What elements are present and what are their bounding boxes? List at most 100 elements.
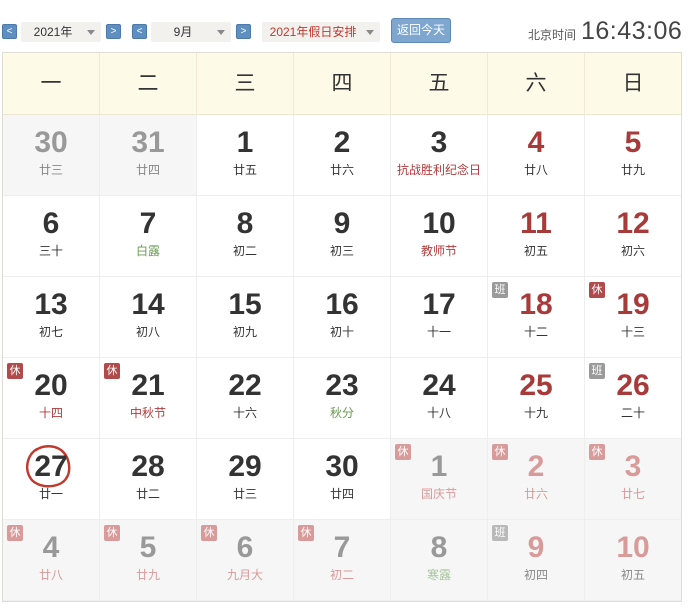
day-cell[interactable]: 25 十九 <box>488 358 585 439</box>
day-cell[interactable]: 5 廿九 <box>585 115 681 196</box>
weekday-sat: 六 <box>488 53 585 114</box>
lunar-date-label: 廿六 <box>329 163 354 177</box>
day-number: 6 <box>236 531 254 564</box>
day-cell[interactable]: 1 廿五 <box>197 115 294 196</box>
lunar-date-label: 初二 <box>232 244 257 258</box>
day-cell[interactable]: 8 初二 <box>197 196 294 277</box>
weekday-sun: 日 <box>622 72 644 95</box>
day-number: 20 <box>34 369 68 402</box>
day-cell[interactable]: 3 抗战胜利纪念日 <box>391 115 488 196</box>
lunar-date-label: 廿九 <box>620 163 645 177</box>
weekday-tue: 二 <box>100 53 197 114</box>
lunar-date-label: 廿三 <box>38 163 63 177</box>
day-cell[interactable]: 休 21 中秋节 <box>100 358 197 439</box>
day-cell[interactable]: 30 廿四 <box>294 439 391 520</box>
day-cell[interactable]: 休 20 十四 <box>3 358 100 439</box>
day-number: 2 <box>527 450 545 483</box>
day-cell[interactable]: 4 廿八 <box>488 115 585 196</box>
day-number: 16 <box>325 288 359 321</box>
prev-year-button[interactable]: < <box>2 24 17 39</box>
beijing-time-clock: 16:43:06 <box>581 17 683 45</box>
lunar-date-label: 廿二 <box>135 487 160 501</box>
day-number: 3 <box>430 126 448 159</box>
weekday-header: 一 二 三 四 五 六 日 <box>3 53 681 115</box>
day-cell[interactable]: 31 廿四 <box>100 115 197 196</box>
lunar-date-label: 廿五 <box>232 163 257 177</box>
lunar-date-label: 廿八 <box>38 568 63 582</box>
day-cell[interactable]: 24 十八 <box>391 358 488 439</box>
year-select-value: 2021年 <box>33 25 73 39</box>
day-number: 13 <box>34 288 68 321</box>
day-cell[interactable]: 2 廿六 <box>294 115 391 196</box>
day-cell[interactable]: 8 寒露 <box>391 520 488 601</box>
lunar-date-label: 中秋节 <box>129 406 166 420</box>
day-cell[interactable]: 休 1 国庆节 <box>391 439 488 520</box>
lunar-date-label: 廿四 <box>135 163 160 177</box>
day-cell-today[interactable]: 27 廿一 <box>3 439 100 520</box>
weekday-wed: 三 <box>197 53 294 114</box>
day-cell[interactable]: 15 初九 <box>197 277 294 358</box>
lunar-date-label: 十八 <box>426 406 451 420</box>
day-cell[interactable]: 29 廿三 <box>197 439 294 520</box>
day-cell[interactable]: 10 初五 <box>585 520 681 601</box>
next-month-button[interactable]: > <box>236 24 251 39</box>
day-cell[interactable]: 22 十六 <box>197 358 294 439</box>
day-number: 23 <box>325 369 359 402</box>
day-number: 29 <box>228 450 262 483</box>
calendar-toolbar: < 2021年 > < 9月 > 2021年假日安排 返回今天 北京时间 16:… <box>0 0 691 52</box>
day-cell[interactable]: 14 初八 <box>100 277 197 358</box>
day-cell[interactable]: 休 7 初二 <box>294 520 391 601</box>
day-cell[interactable]: 休 6 九月大 <box>197 520 294 601</box>
day-cell[interactable]: 6 三十 <box>3 196 100 277</box>
day-cell[interactable]: 班 26 二十 <box>585 358 681 439</box>
day-number: 18 <box>519 288 553 321</box>
lunar-date-label: 寒露 <box>426 568 451 582</box>
lunar-date-label: 白露 <box>135 244 160 258</box>
day-cell[interactable]: 7 白露 <box>100 196 197 277</box>
day-cell[interactable]: 休 3 廿七 <box>585 439 681 520</box>
day-cell[interactable]: 休 19 十三 <box>585 277 681 358</box>
lunar-date-label: 十二 <box>523 325 548 339</box>
lunar-date-label: 廿八 <box>523 163 548 177</box>
day-cell[interactable]: 11 初五 <box>488 196 585 277</box>
day-number: 21 <box>131 369 165 402</box>
lunar-date-label: 初四 <box>523 568 548 582</box>
day-cell[interactable]: 10 教师节 <box>391 196 488 277</box>
day-number: 27 <box>34 450 68 483</box>
day-number: 9 <box>527 531 545 564</box>
day-cell[interactable]: 30 廿三 <box>3 115 100 196</box>
chevron-down-icon <box>87 30 95 35</box>
day-cell[interactable]: 休 5 廿九 <box>100 520 197 601</box>
prev-month-button[interactable]: < <box>132 24 147 39</box>
day-cell[interactable]: 班 18 十二 <box>488 277 585 358</box>
lunar-date-label: 国庆节 <box>420 487 457 501</box>
day-grid: 30 廿三 31 廿四 1 廿五 2 廿六 3 抗战胜利纪念日 4 廿八 5 廿九 6 三十 7 白露 8 初二 9 初三… <box>3 115 681 601</box>
day-cell[interactable]: 班 9 初四 <box>488 520 585 601</box>
day-cell[interactable]: 休 4 廿八 <box>3 520 100 601</box>
lunar-date-label: 二十 <box>620 406 645 420</box>
day-cell[interactable]: 28 廿二 <box>100 439 197 520</box>
month-select[interactable]: 9月 <box>151 22 231 42</box>
lunar-date-label: 三十 <box>38 244 63 258</box>
day-cell[interactable]: 16 初十 <box>294 277 391 358</box>
day-cell[interactable]: 12 初六 <box>585 196 681 277</box>
back-to-today-button[interactable]: 返回今天 <box>391 18 451 43</box>
year-select[interactable]: 2021年 <box>21 22 101 42</box>
day-number: 1 <box>430 450 448 483</box>
holiday-schedule-select[interactable]: 2021年假日安排 <box>262 22 380 42</box>
lunar-date-label: 抗战胜利纪念日 <box>396 163 481 177</box>
day-number: 1 <box>236 126 254 159</box>
lunar-date-label: 初十 <box>329 325 354 339</box>
day-cell[interactable]: 休 2 廿六 <box>488 439 585 520</box>
day-number: 14 <box>131 288 165 321</box>
day-number: 17 <box>422 288 456 321</box>
day-number: 22 <box>228 369 262 402</box>
day-cell[interactable]: 13 初七 <box>3 277 100 358</box>
lunar-date-label: 廿三 <box>232 487 257 501</box>
day-cell[interactable]: 17 十一 <box>391 277 488 358</box>
day-number: 8 <box>236 207 254 240</box>
lunar-date-label: 初六 <box>620 244 645 258</box>
day-cell[interactable]: 23 秋分 <box>294 358 391 439</box>
day-cell[interactable]: 9 初三 <box>294 196 391 277</box>
next-year-button[interactable]: > <box>106 24 121 39</box>
